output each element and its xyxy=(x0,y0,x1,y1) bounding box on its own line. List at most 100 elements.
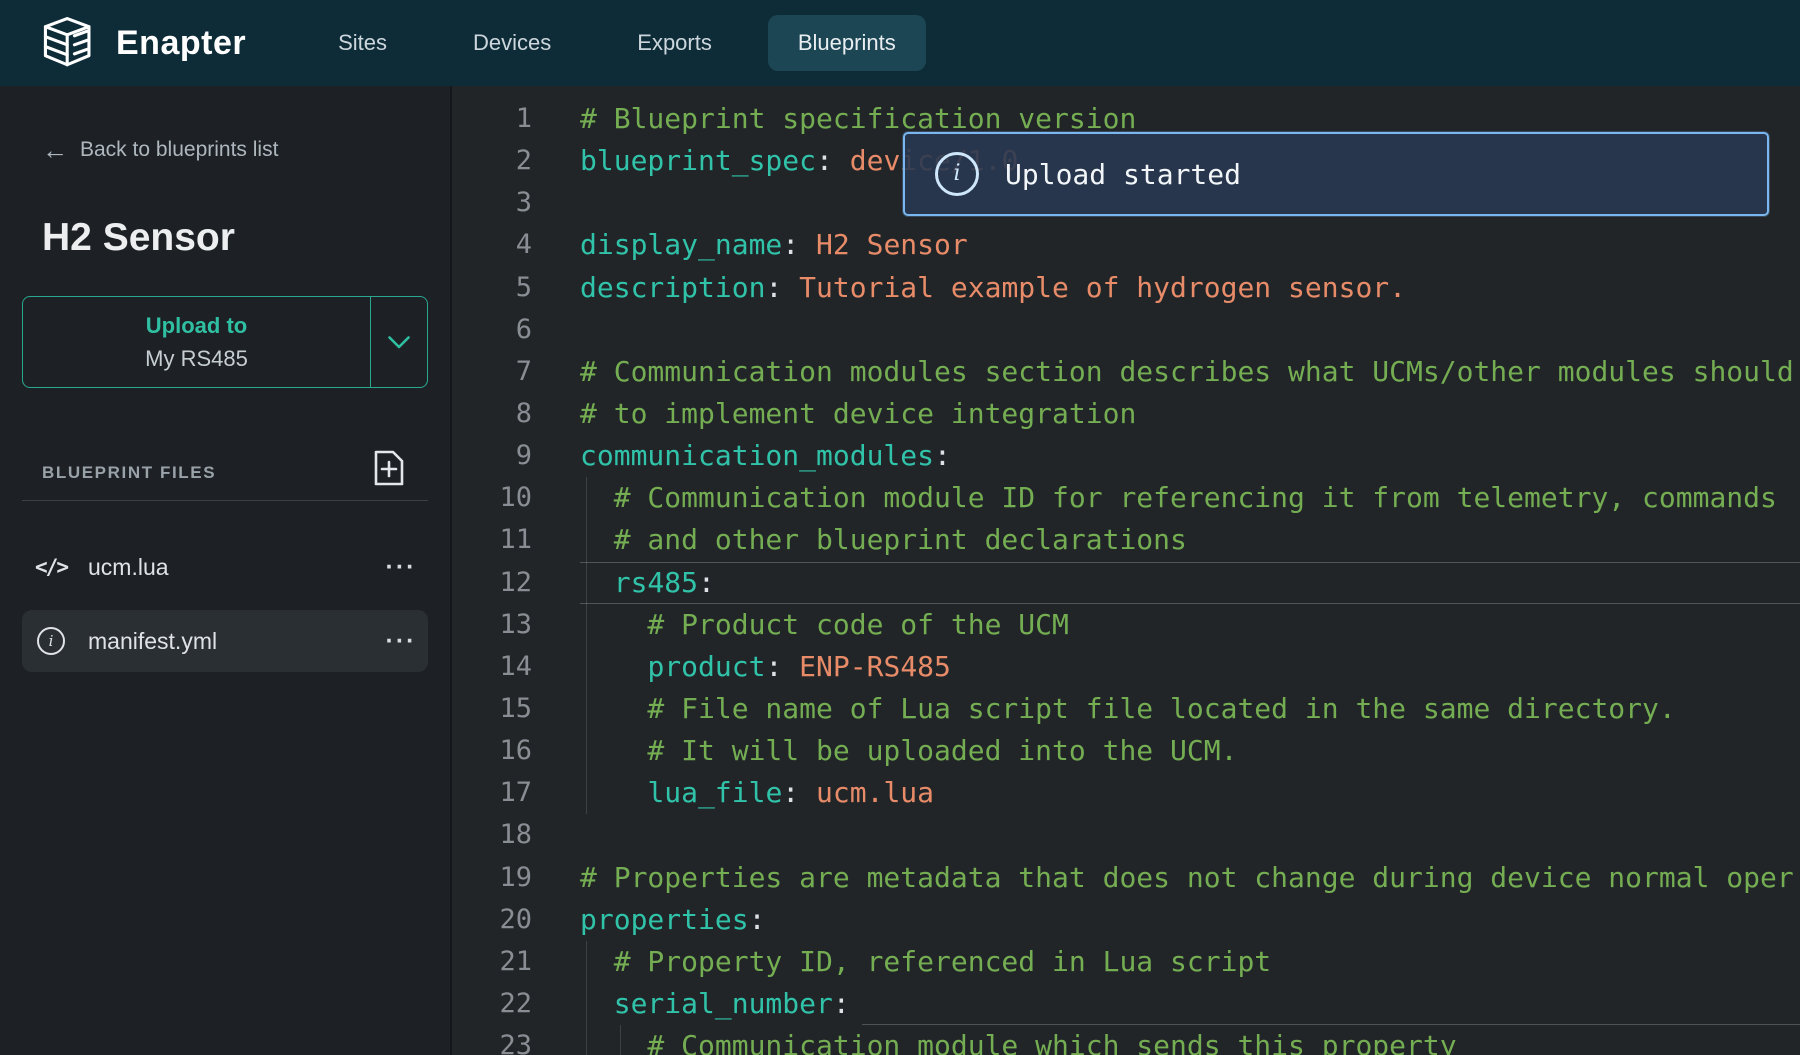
indent-guide xyxy=(586,730,587,772)
code-content: rs485: xyxy=(580,562,1800,604)
code-content: # Communication module ID for referencin… xyxy=(580,477,1800,519)
upload-split-button: Upload to My RS485 xyxy=(22,296,428,388)
indent-guide xyxy=(586,604,587,646)
code-line[interactable]: 18 xyxy=(452,814,1800,856)
token-value: ucm.lua xyxy=(816,776,934,809)
top-navbar: Enapter Sites Devices Exports Blueprints xyxy=(0,0,1800,86)
code-line[interactable]: 5description: Tutorial example of hydrog… xyxy=(452,267,1800,309)
token-comment: # to implement device integration xyxy=(580,397,1136,430)
upload-dropdown-button[interactable] xyxy=(370,297,427,387)
indent-guide xyxy=(586,477,587,519)
file-menu-button[interactable]: ··· xyxy=(374,553,428,582)
nav-item-sites[interactable]: Sites xyxy=(308,15,417,71)
code-line[interactable]: 13 # Product code of the UCM xyxy=(452,604,1800,646)
token-comment: # Communication module which sends this … xyxy=(580,1029,1457,1055)
file-menu-button[interactable]: ··· xyxy=(374,627,428,656)
add-file-button[interactable] xyxy=(372,448,406,488)
token-punct: : xyxy=(782,228,816,261)
token-comment: # Blueprint specification version xyxy=(580,102,1136,135)
token-key: rs485 xyxy=(614,566,698,599)
sidebar: ← Back to blueprints list H2 Sensor Uplo… xyxy=(0,86,452,1055)
code-content: lua_file: ucm.lua xyxy=(580,772,1800,814)
line-number: 1 xyxy=(452,98,532,140)
token-key: description xyxy=(580,271,765,304)
line-number: 5 xyxy=(452,267,532,309)
code-line[interactable]: 9communication_modules: xyxy=(452,435,1800,477)
code-content: # Properties are metadata that does not … xyxy=(580,857,1800,899)
line-number: 18 xyxy=(452,814,532,856)
line-number: 23 xyxy=(452,1025,532,1055)
code-line[interactable]: 10 # Communication module ID for referen… xyxy=(452,477,1800,519)
token-comment: # and other blueprint declarations xyxy=(580,523,1187,556)
token-key: product xyxy=(647,650,765,683)
code-content: product: ENP-RS485 xyxy=(580,646,1800,688)
page-title: H2 Sensor xyxy=(42,216,235,260)
code-line[interactable]: 19# Properties are metadata that does no… xyxy=(452,857,1800,899)
code-line[interactable]: 15 # File name of Lua script file locate… xyxy=(452,688,1800,730)
token-key: display_name xyxy=(580,228,782,261)
file-row-manifest-yml[interactable]: imanifest.yml··· xyxy=(22,610,428,672)
code-line[interactable]: 8# to implement device integration xyxy=(452,393,1800,435)
indent-guide xyxy=(586,646,587,688)
code-line[interactable]: 20properties: xyxy=(452,899,1800,941)
blueprint-file-list: </>ucm.lua··· imanifest.yml··· xyxy=(22,536,428,684)
nav-item-blueprints[interactable]: Blueprints xyxy=(768,15,926,71)
token-punct: : xyxy=(833,987,850,1020)
code-line[interactable]: 4display_name: H2 Sensor xyxy=(452,224,1800,266)
code-line[interactable]: 16 # It will be uploaded into the UCM. xyxy=(452,730,1800,772)
back-to-blueprints-link[interactable]: ← Back to blueprints list xyxy=(42,138,278,162)
line-number: 22 xyxy=(452,983,532,1025)
code-line[interactable]: 17 lua_file: ucm.lua xyxy=(452,772,1800,814)
token-comment: # Product code of the UCM xyxy=(580,608,1069,641)
line-number: 11 xyxy=(452,519,532,561)
token-plain xyxy=(580,650,647,683)
code-line[interactable]: 6 xyxy=(452,309,1800,351)
token-comment: # Communication module ID for referencin… xyxy=(580,481,1777,514)
code-line[interactable]: 11 # and other blueprint declarations xyxy=(452,519,1800,561)
token-punct: : xyxy=(782,776,816,809)
nav-item-devices[interactable]: Devices xyxy=(443,15,581,71)
token-comment: # Properties are metadata that does not … xyxy=(580,861,1794,894)
code-line[interactable]: 21 # Property ID, referenced in Lua scri… xyxy=(452,941,1800,983)
code-content xyxy=(580,309,1800,351)
file-name: manifest.yml xyxy=(88,628,374,655)
token-key: properties xyxy=(580,903,749,936)
arrow-left-icon: ← xyxy=(42,140,68,160)
line-number: 13 xyxy=(452,604,532,646)
line-number: 15 xyxy=(452,688,532,730)
file-row-ucm-lua[interactable]: </>ucm.lua··· xyxy=(22,536,428,598)
code-line[interactable]: 22 serial_number: xyxy=(452,983,1800,1025)
code-line[interactable]: 14 product: ENP-RS485 xyxy=(452,646,1800,688)
line-number: 16 xyxy=(452,730,532,772)
line-number: 7 xyxy=(452,351,532,393)
code-line[interactable]: 23 # Communication module which sends th… xyxy=(452,1025,1800,1055)
line-number: 9 xyxy=(452,435,532,477)
upload-toast[interactable]: i Upload started xyxy=(903,132,1769,216)
token-punct: : xyxy=(749,903,766,936)
add-file-icon xyxy=(373,449,405,487)
token-plain xyxy=(580,776,647,809)
line-number: 17 xyxy=(452,772,532,814)
line-number: 6 xyxy=(452,309,532,351)
upload-button[interactable]: Upload to My RS485 xyxy=(23,297,370,387)
indent-guide xyxy=(620,1025,621,1055)
code-icon: </> xyxy=(22,555,80,579)
code-content: # Property ID, referenced in Lua script xyxy=(580,941,1800,983)
code-editor[interactable]: 1# Blueprint specification version2bluep… xyxy=(452,86,1800,1055)
nav-item-exports[interactable]: Exports xyxy=(607,15,742,71)
code-content: # It will be uploaded into the UCM. xyxy=(580,730,1800,772)
token-value: H2 Sensor xyxy=(816,228,968,261)
brand-name: Enapter xyxy=(116,24,246,63)
code-content: properties: xyxy=(580,899,1800,941)
code-line[interactable]: 12 rs485: xyxy=(452,562,1800,604)
brand-logo[interactable]: Enapter xyxy=(40,14,246,72)
indent-guide xyxy=(586,983,587,1025)
indent-guide xyxy=(586,562,587,604)
line-number: 10 xyxy=(452,477,532,519)
code-line[interactable]: 7# Communication modules section describ… xyxy=(452,351,1800,393)
line-number: 2 xyxy=(452,140,532,182)
indent-guide xyxy=(586,519,587,561)
nav-tabs: Sites Devices Exports Blueprints xyxy=(308,15,926,71)
code-content: display_name: H2 Sensor xyxy=(580,224,1800,266)
token-comment: # File name of Lua script file located i… xyxy=(580,692,1676,725)
